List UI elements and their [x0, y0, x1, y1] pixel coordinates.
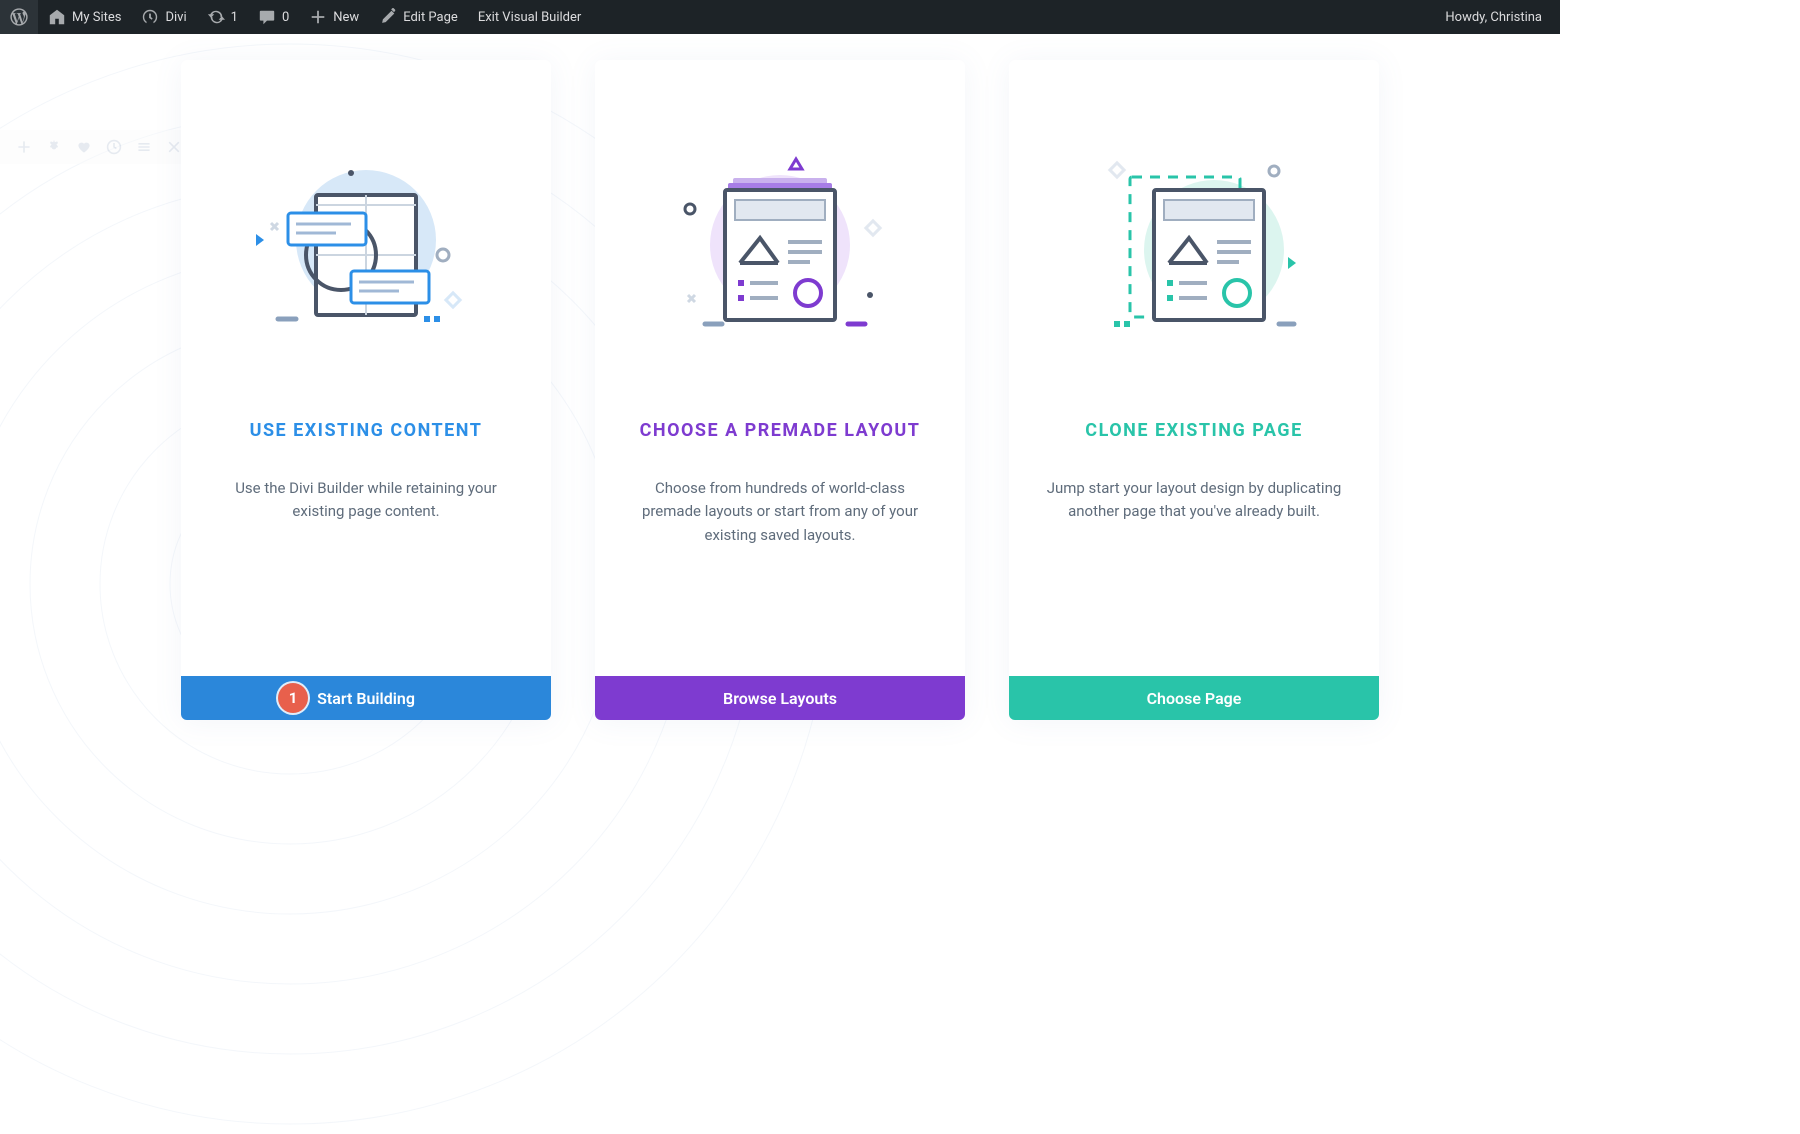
update-icon [207, 8, 225, 26]
start-building-button[interactable]: 1 Start Building [181, 676, 551, 720]
exit-vb-label: Exit Visual Builder [478, 10, 581, 25]
comments-count: 0 [282, 10, 289, 25]
adminbar-left: My Sites Divi 1 0 New [0, 0, 591, 34]
button-label: Start Building [317, 689, 415, 708]
button-label: Choose Page [1147, 689, 1242, 708]
card-description: Use the Divi Builder while retaining you… [181, 477, 551, 524]
site-name-link[interactable]: Divi [131, 0, 196, 34]
card-description: Jump start your layout design by duplica… [1009, 477, 1379, 524]
card-use-existing-content: USE EXISTING CONTENT Use the Divi Builde… [181, 60, 551, 720]
browse-layouts-button[interactable]: Browse Layouts [595, 676, 965, 720]
card-title: USE EXISTING CONTENT [226, 420, 507, 441]
my-sites-label: My Sites [72, 10, 121, 25]
edit-page-label: Edit Page [403, 10, 458, 25]
step-badge: 1 [278, 683, 308, 713]
wordpress-icon [10, 8, 28, 26]
home-icon [48, 8, 66, 26]
card-description: Choose from hundreds of world-class prem… [595, 477, 965, 547]
my-sites-link[interactable]: My Sites [38, 0, 131, 34]
builder-choice-cards: USE EXISTING CONTENT Use the Divi Builde… [0, 60, 1560, 720]
button-label: Browse Layouts [723, 689, 837, 708]
updates-link[interactable]: 1 [197, 0, 248, 34]
comment-icon [258, 8, 276, 26]
plus-icon [309, 8, 327, 26]
howdy-account[interactable]: Howdy, Christina [1435, 10, 1552, 25]
pencil-icon [379, 8, 397, 26]
comments-link[interactable]: 0 [248, 0, 299, 34]
choose-page-button[interactable]: Choose Page [1009, 676, 1379, 720]
new-content-link[interactable]: New [299, 0, 369, 34]
card-illustration [670, 130, 890, 340]
card-illustration [256, 130, 476, 340]
card-clone-existing-page: CLONE EXISTING PAGE Jump start your layo… [1009, 60, 1379, 720]
wp-admin-bar: My Sites Divi 1 0 New [0, 0, 1560, 34]
new-label: New [333, 10, 359, 25]
site-name-label: Divi [165, 10, 186, 25]
dashboard-icon [141, 8, 159, 26]
card-illustration [1084, 130, 1304, 340]
adminbar-right: Howdy, Christina [1435, 10, 1560, 25]
howdy-text: Howdy, Christina [1445, 10, 1542, 25]
edit-page-link[interactable]: Edit Page [369, 0, 468, 34]
card-title: CLONE EXISTING PAGE [1061, 420, 1326, 441]
card-title: CHOOSE A PREMADE LAYOUT [616, 420, 945, 441]
wp-logo-menu[interactable] [0, 0, 38, 34]
card-premade-layout: CHOOSE A PREMADE LAYOUT Choose from hund… [595, 60, 965, 720]
updates-count: 1 [231, 10, 238, 25]
exit-visual-builder-link[interactable]: Exit Visual Builder [468, 0, 591, 34]
